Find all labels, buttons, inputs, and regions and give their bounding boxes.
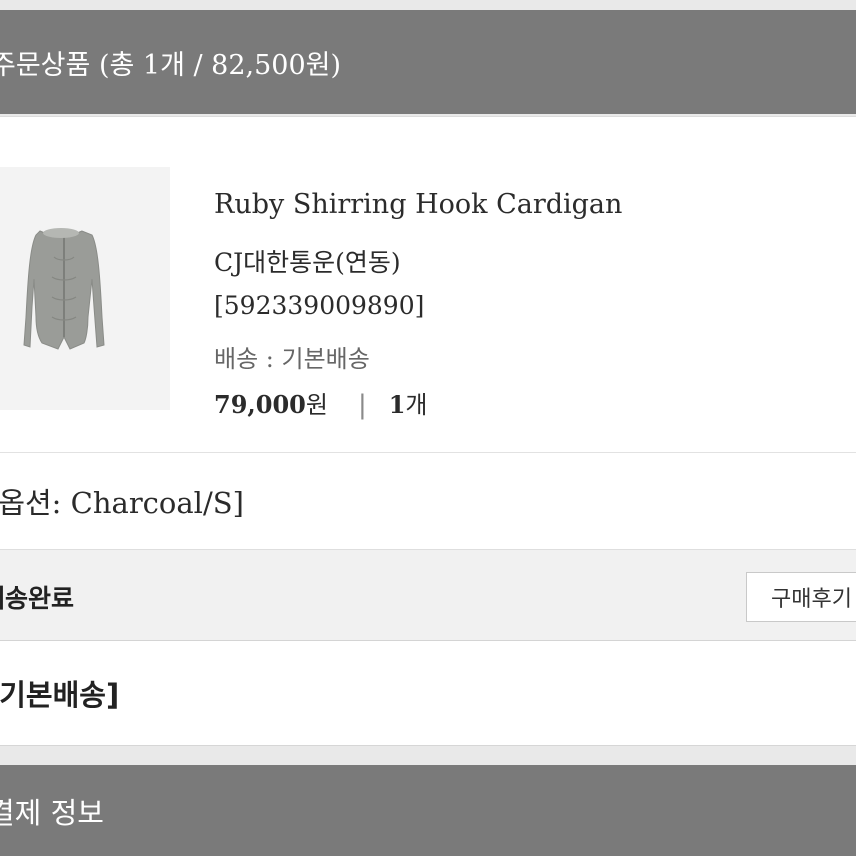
delivery-status-row: 배송완료 구매후기 bbox=[0, 549, 856, 641]
price-quantity-row: 79,000 원 | 1 개 bbox=[214, 385, 428, 420]
delivery-type: 배송 : 기본배송 bbox=[214, 345, 370, 373]
tracking-number[interactable]: [592339009890] bbox=[214, 291, 424, 320]
order-items-title: 주문상품 (총 1개 / 82,500원) bbox=[0, 49, 342, 81]
product-price: 79,000 bbox=[214, 390, 306, 419]
price-quantity-separator: | bbox=[357, 390, 367, 420]
product-thumbnail[interactable] bbox=[0, 167, 170, 410]
order-item-card: Ruby Shirring Hook Cardigan CJ대한통운(연동) [… bbox=[0, 116, 856, 452]
carrier-name: CJ대한통운(연동) bbox=[214, 248, 401, 277]
shipping-method-row: [기본배송] bbox=[0, 641, 856, 746]
payment-info-title: 결제 정보 bbox=[0, 795, 104, 830]
option-text: [옵션: Charcoal/S] bbox=[0, 486, 244, 520]
shipping-method-label: [기본배송] bbox=[0, 678, 120, 712]
option-row: [옵션: Charcoal/S] bbox=[0, 452, 856, 549]
price-unit: 원 bbox=[305, 391, 328, 419]
product-name[interactable]: Ruby Shirring Hook Cardigan bbox=[214, 189, 622, 220]
order-items-header: 주문상품 (총 1개 / 82,500원) bbox=[0, 10, 856, 114]
delivery-status-label: 배송완료 bbox=[0, 584, 75, 613]
payment-info-header[interactable]: 결제 정보 bbox=[0, 765, 856, 856]
cardigan-image bbox=[23, 228, 105, 350]
write-review-button[interactable]: 구매후기 bbox=[746, 572, 856, 622]
quantity-unit: 개 bbox=[405, 391, 428, 419]
product-quantity: 1 bbox=[388, 390, 406, 419]
